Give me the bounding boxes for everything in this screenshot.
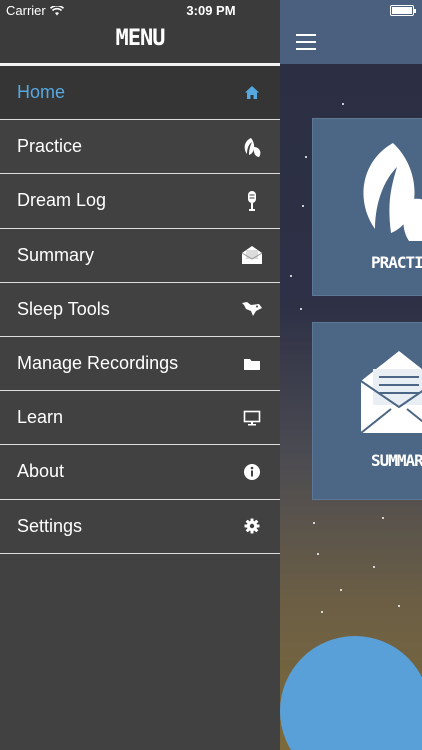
menu-item-home[interactable]: Home (0, 66, 280, 121)
main-content: PRACTICE SUMMARY (280, 0, 422, 750)
menu-item-label: Sleep Tools (17, 298, 110, 319)
star (305, 156, 307, 158)
menu-title: MENU (115, 26, 166, 51)
home-icon (240, 81, 264, 105)
menu-item-label: Practice (17, 136, 83, 157)
status-bar: Carrier 3:09 PM (0, 0, 422, 22)
envelope-icon (360, 351, 422, 434)
leaf-icon (240, 135, 264, 159)
leaf-icon (363, 143, 422, 241)
star (290, 275, 292, 277)
menu-list: Home Practice Dream Log Summary Sleep To… (0, 66, 280, 554)
menu-item-label: Summary (17, 244, 95, 265)
gear-icon (240, 514, 264, 538)
star (382, 517, 384, 519)
menu-item-about[interactable]: About (0, 445, 280, 500)
menu-item-dream-log[interactable]: Dream Log (0, 174, 280, 229)
menu-item-practice[interactable]: Practice (0, 120, 280, 175)
menu-item-label: Home (17, 82, 66, 103)
menu-item-label: Dream Log (17, 190, 107, 211)
star (321, 611, 323, 613)
star (300, 308, 302, 310)
envelope-icon (240, 243, 264, 267)
menu-item-summary[interactable]: Summary (0, 229, 280, 283)
star (398, 605, 400, 607)
menu-item-label: Learn (17, 407, 64, 428)
star (313, 522, 315, 524)
monitor-icon (240, 406, 264, 430)
menu-item-label: About (17, 461, 65, 482)
menu-item-settings[interactable]: Settings (0, 500, 280, 554)
star (373, 566, 375, 568)
info-icon (240, 460, 264, 484)
battery-icon (390, 5, 416, 16)
star (317, 553, 319, 555)
status-time: 3:09 PM (186, 3, 236, 18)
star (342, 103, 344, 105)
star (302, 205, 304, 207)
practice-tile-label: PRACTICE (371, 253, 422, 272)
fox-icon (240, 297, 264, 321)
menu-item-label: Settings (17, 515, 83, 536)
menu-item-learn[interactable]: Learn (0, 391, 280, 446)
microphone-icon (240, 189, 264, 213)
star (340, 589, 342, 591)
practice-tile[interactable]: PRACTICE (312, 118, 422, 296)
folder-icon (240, 352, 264, 376)
side-menu: MENU Home Practice Dream Log Summary Sle… (0, 0, 280, 750)
menu-item-label: Manage Recordings (17, 353, 179, 374)
hamburger-menu-icon[interactable] (296, 34, 316, 50)
summary-tile[interactable]: SUMMARY (312, 322, 422, 500)
menu-item-manage-recordings[interactable]: Manage Recordings (0, 337, 280, 392)
summary-tile-label: SUMMARY (371, 451, 422, 470)
menu-item-sleep-tools[interactable]: Sleep Tools (0, 283, 280, 337)
